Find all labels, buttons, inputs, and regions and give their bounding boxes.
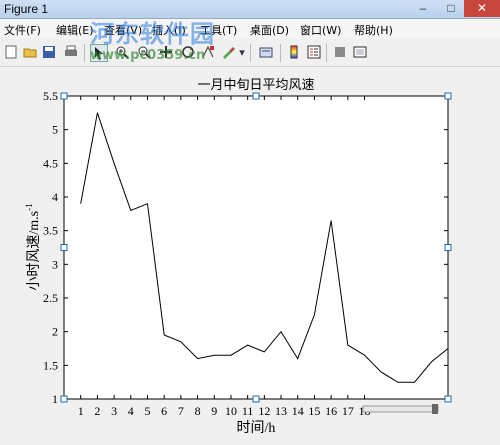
- resize-handle[interactable]: [444, 244, 452, 251]
- toolbar-separator: [250, 44, 251, 62]
- new-figure-icon[interactable]: [3, 44, 19, 60]
- figure-canvas: 一月中旬日平均风速 1 1.5 2 2.5 3 3.5 4 4.5 5 5.5 1 2 3 4 5 6 7 8 9 1…: [0, 67, 500, 442]
- x-axis-label: 时间/h: [237, 420, 276, 436]
- x-tick-label: 2: [94, 404, 100, 418]
- resize-handle[interactable]: [60, 92, 68, 100]
- toolbar-separator: [84, 44, 85, 62]
- menu-file[interactable]: 文件(F): [4, 22, 41, 38]
- y-tick-label: 2.5: [43, 291, 58, 305]
- x-tick-label: 15: [308, 404, 320, 418]
- y-tick-label: 4.5: [43, 156, 58, 170]
- axes-background: [63, 95, 449, 400]
- chart-svg: 一月中旬日平均风速 11.522.533.544.555.51 2 3 4 5 6 7 8 9 1…: [24, 77, 452, 436]
- menu-edit[interactable]: 编辑(E): [56, 22, 94, 38]
- y-tick-label: 5: [52, 123, 58, 137]
- x-tick-label: 5: [144, 404, 150, 418]
- y-axis-label: 小时风速/m.s-1: [24, 203, 42, 290]
- y-tick-label: 3.5: [43, 224, 58, 238]
- legend-icon[interactable]: [306, 44, 322, 60]
- show-tools-icon[interactable]: [352, 44, 368, 60]
- menu-desktop[interactable]: 桌面(D): [250, 22, 289, 38]
- y-tick-label: 2: [52, 325, 58, 339]
- x-tick-label: 8: [195, 404, 201, 418]
- colorbar-icon[interactable]: [286, 44, 302, 60]
- menu-bar: 文件(F) 编辑(E) 查看(V) 插入(I) 工具(T) 桌面(D) 窗口(W…: [0, 19, 500, 39]
- x-scroll-thumb[interactable]: [432, 404, 438, 414]
- y-tick-label: 1: [52, 392, 58, 406]
- window-title: Figure 1: [4, 2, 49, 16]
- resize-handle[interactable]: [60, 244, 68, 251]
- chart-title: 一月中旬日平均风速: [197, 77, 314, 92]
- menu-help[interactable]: 帮助(H): [354, 22, 393, 38]
- x-tick-label: 13: [275, 404, 287, 418]
- chevron-down-icon[interactable]: ▾: [238, 44, 246, 60]
- resize-handle[interactable]: [252, 395, 260, 403]
- x-tick-label: 4: [128, 404, 134, 418]
- y-tick-label: 4: [52, 190, 58, 204]
- y-axis-label-superscript: -1: [24, 203, 34, 211]
- y-axis-label-text: 小时风速/m.s: [26, 211, 42, 291]
- open-file-icon[interactable]: [22, 44, 38, 60]
- figure-toolbar: ▾: [0, 40, 500, 67]
- resize-handle[interactable]: [444, 395, 452, 403]
- toolbar-separator: [280, 44, 281, 62]
- x-tick-label: 10: [225, 404, 237, 418]
- resize-handle[interactable]: [444, 92, 452, 100]
- x-scroll-track[interactable]: [362, 405, 439, 413]
- hide-tools-icon[interactable]: [332, 44, 348, 60]
- x-tick-label: 7: [178, 404, 184, 418]
- y-tick-label: 1.5: [43, 358, 58, 372]
- print-icon[interactable]: [63, 44, 79, 60]
- save-icon[interactable]: [41, 44, 57, 60]
- menu-window[interactable]: 窗口(W): [300, 22, 341, 38]
- x-tick-label: 12: [258, 404, 270, 418]
- watermark-url: www.pc0359.cn: [90, 48, 206, 63]
- y-tick-label: 3: [52, 257, 58, 271]
- x-tick-label: 1: [78, 404, 84, 418]
- watermark-logo: 河东软件园: [90, 20, 215, 48]
- x-tick-label: 9: [211, 404, 217, 418]
- x-tick-label: 6: [161, 404, 167, 418]
- x-tick-label: 11: [242, 404, 254, 418]
- x-tick-label: 3: [111, 404, 117, 418]
- window-titlebar: Figure 1 – □ ✕: [0, 0, 500, 19]
- x-tick-label: 14: [292, 404, 304, 418]
- toolbar-separator: [326, 44, 327, 62]
- minimize-button[interactable]: –: [410, 0, 436, 17]
- resize-handle[interactable]: [252, 92, 260, 100]
- resize-handle[interactable]: [60, 395, 68, 403]
- brush-icon[interactable]: [220, 44, 236, 60]
- link-icon[interactable]: [258, 44, 274, 60]
- y-tick-label: 5.5: [43, 89, 58, 103]
- x-tick-label: 16: [325, 404, 337, 418]
- maximize-button[interactable]: □: [438, 0, 464, 17]
- close-button[interactable]: ✕: [464, 0, 500, 17]
- x-tick-label: 17: [342, 404, 354, 418]
